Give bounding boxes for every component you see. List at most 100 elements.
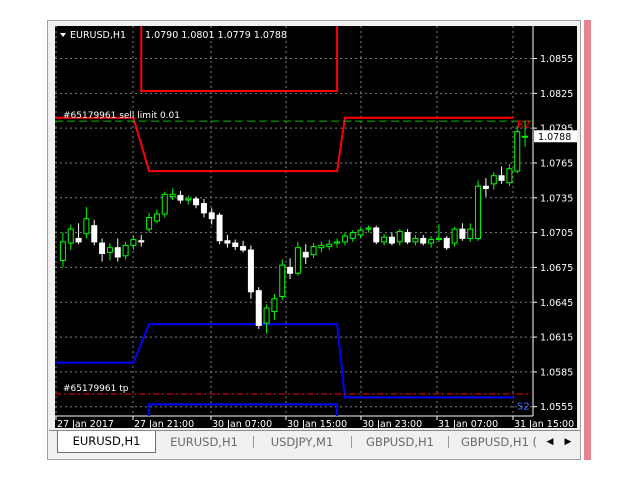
candle [357, 227, 364, 239]
candle-body-bear [240, 246, 247, 251]
tab-gbpusd-h1-truncated[interactable]: GBPUSD,H1 ( [451, 432, 547, 452]
price-axis-label: 1.0585 [540, 367, 573, 378]
candle-body-bull [412, 237, 419, 243]
candle [443, 236, 450, 251]
candle-body-bull [451, 228, 458, 244]
candle [294, 241, 301, 276]
candle [153, 209, 160, 224]
candle-body-bull [83, 218, 90, 235]
chevron-left-icon[interactable]: ◀ [544, 434, 556, 450]
tab-separator [351, 436, 352, 448]
candle [263, 304, 270, 334]
price-axis-label: 1.0615 [540, 333, 573, 344]
candle-body-bear [114, 247, 121, 258]
candle [232, 239, 239, 251]
candle [373, 225, 380, 245]
candle [498, 166, 505, 184]
candle-body-bear [255, 290, 262, 326]
candle-body-bull [169, 193, 176, 198]
lower-support-box [148, 403, 339, 416]
sell-limit-order-label: #65179961 sell limit 0.01 [63, 111, 180, 121]
r2-level-label: R2 [517, 120, 530, 131]
price-axis-label: 1.0735 [540, 193, 573, 204]
candle-body-bull [467, 228, 474, 239]
candle [59, 232, 66, 268]
candle [302, 244, 309, 264]
candle [506, 164, 513, 187]
candle [490, 172, 497, 190]
candle-body-bear [138, 240, 145, 243]
chart-symbol-label: EURUSD,H1 [70, 30, 126, 41]
chart-ohlc-label: 1.0790 1.0801 1.0779 1.0788 [145, 30, 287, 41]
candle-body-bull [130, 239, 137, 246]
candle [271, 294, 278, 320]
time-axis-label: 27 Jan 21:00 [134, 419, 194, 428]
candle-body-bear [459, 228, 466, 239]
candle-body-bear [443, 237, 450, 249]
candle-body-bear [482, 185, 489, 190]
candle-body-bear [208, 212, 215, 220]
time-axis-label: 31 Jan 07:00 [438, 419, 498, 428]
candle-body-bull [357, 229, 364, 236]
candle [365, 225, 372, 233]
time-axis-label: 30 Jan 15:00 [287, 419, 347, 428]
candle [91, 219, 98, 246]
candle [412, 234, 419, 246]
price-axis-label: 1.0675 [540, 263, 573, 274]
resistance-line-r2 [55, 116, 513, 173]
tab-separator [448, 436, 449, 448]
candle [420, 234, 427, 246]
candle [310, 243, 317, 259]
time-axis-label: 31 Jan 15:00 [514, 419, 574, 428]
candle-body-bear [302, 251, 309, 258]
tab-usdjpy-m1[interactable]: USDJPY,M1 [256, 432, 348, 452]
take-profit-label: #65179961 tp [63, 384, 129, 394]
candle [130, 234, 137, 251]
candle-body-bull [59, 241, 66, 261]
candle [208, 208, 215, 225]
candle [514, 125, 521, 174]
candle-body-bear [247, 249, 254, 293]
candle-body-bull [146, 217, 153, 230]
candle-body-bear [373, 227, 380, 243]
candle-body-bull [428, 239, 435, 244]
candle-body-bull [263, 307, 270, 324]
candle [122, 241, 129, 260]
candle [404, 229, 411, 245]
candle-body-bull [122, 244, 129, 257]
candle-body-bear [232, 242, 239, 248]
tab-eurusd-h1-active[interactable]: EURUSD,H1 [57, 431, 156, 453]
time-axis-label: 30 Jan 23:00 [362, 419, 422, 428]
chevron-down-icon [60, 33, 66, 37]
candle [177, 190, 184, 204]
chevron-right-icon[interactable]: ▶ [562, 434, 574, 450]
candle-body-bull [67, 228, 74, 244]
candle-body-bull [341, 235, 348, 243]
price-axis-label: 1.0705 [540, 228, 573, 239]
candle-body-bull [522, 135, 529, 138]
price-axis-label: 1.0645 [540, 298, 573, 309]
candle-body-bull [396, 230, 403, 243]
candle [161, 191, 168, 218]
tab-gbpusd-h1[interactable]: GBPUSD,H1 [354, 432, 446, 452]
chart-area[interactable]: 1.0855 1.0825 1.0795 1.0765 1.0735 1.0705 1.06… [55, 26, 577, 428]
candle [459, 223, 466, 241]
candle [200, 198, 207, 218]
candle [216, 212, 223, 245]
candle-body-bear [177, 194, 184, 201]
tab-eurusd-h1[interactable]: EURUSD,H1 [157, 432, 251, 452]
price-axis-label: 1.0765 [540, 158, 573, 169]
candle [428, 236, 435, 248]
candle [169, 188, 176, 201]
candle-body-bull [161, 193, 168, 215]
price-chart[interactable]: 1.08551.08251.07951.07651.07351.07051.06… [55, 26, 577, 428]
candle-body-bull [381, 236, 388, 243]
candle [467, 223, 474, 242]
candle [106, 243, 113, 261]
candle-body-bear [216, 214, 223, 242]
candle-body-bear [200, 203, 207, 214]
candle [318, 241, 325, 253]
candle-body-bear [224, 240, 231, 244]
side-scrollbar[interactable] [584, 20, 591, 460]
candle [396, 229, 403, 246]
